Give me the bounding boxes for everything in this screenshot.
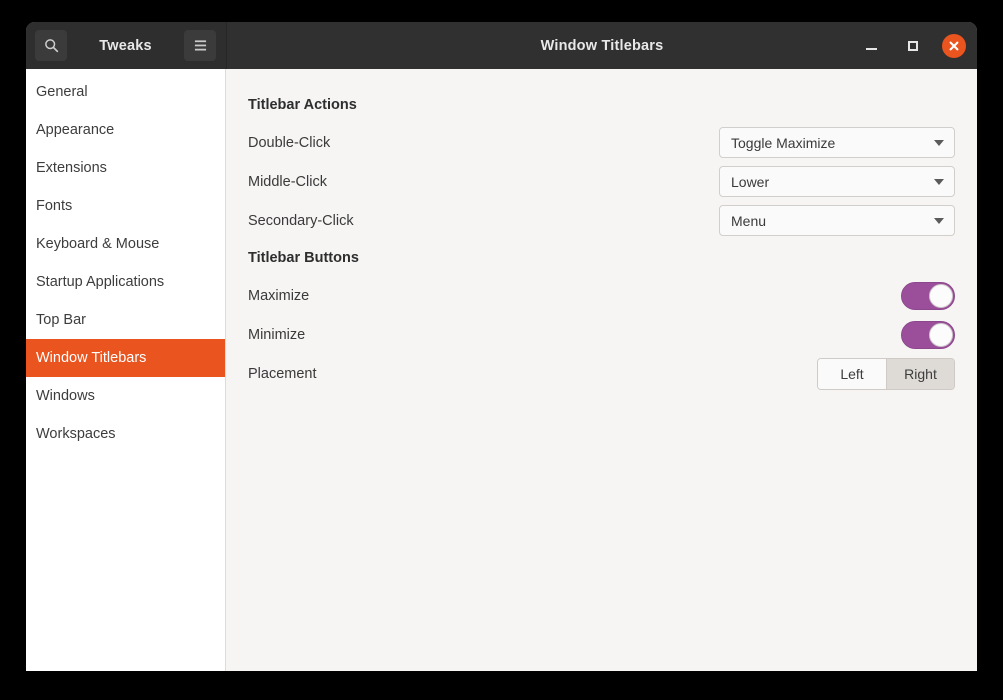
sidebar-item-workspaces[interactable]: Workspaces [26,415,225,453]
preference-row: Maximize [248,276,955,315]
preference-label: Placement [248,365,317,382]
segment-label: Right [904,365,937,382]
preference-label: Maximize [248,287,310,304]
sidebar-item-label: Workspaces [36,426,116,442]
preference-control: Lower [719,166,955,197]
sidebar-item-top-bar[interactable]: Top Bar [26,301,225,339]
sidebar-item-label: Window Titlebars [36,350,147,366]
content-panel: Titlebar Actions Double-Click Toggle Maxim… [226,69,977,671]
preference-row: Placement Left Right [248,354,955,393]
search-icon [44,39,58,53]
sidebar-item-label: Appearance [36,122,115,138]
maximize-button[interactable] [900,33,926,59]
hamburger-menu-icon [194,40,206,51]
sidebar-item-label: Fonts [36,198,73,214]
minimize-button[interactable] [858,33,884,59]
chevron-down-icon [934,139,944,146]
sidebar-item-label: Keyboard & Mouse [36,236,160,252]
section-title: Titlebar Buttons [248,250,359,266]
sidebar-item-label: General [36,84,88,100]
sidebar-item-label: Startup Applications [36,274,165,290]
minimize-icon [865,48,877,50]
section-title: Titlebar Actions [248,97,357,113]
close-button[interactable] [942,33,966,58]
main-menu-button[interactable] [184,30,216,61]
preference-label: Minimize [248,326,306,343]
app-title: Tweaks [99,37,152,54]
preference-row: Minimize [248,315,955,354]
preference-control: Left Right [719,357,955,390]
close-icon [949,41,959,50]
placement-option-right[interactable]: Right [886,358,954,389]
chevron-down-icon [934,178,944,185]
tweaks-window: Tweaks Window Titlebars General Appearan… [26,22,977,671]
sidebar: General Appearance Extensions Fonts Keyboard… [26,69,226,671]
sidebar-item-windows[interactable]: Windows [26,377,225,415]
sidebar-item-appearance[interactable]: Appearance [26,111,225,149]
desktop-background: Tweaks Window Titlebars General Appearan… [0,0,1003,700]
segment-label: Left [840,365,864,382]
sidebar-item-fonts[interactable]: Fonts [26,187,225,225]
preference-control: Menu [719,205,955,236]
preference-control: Toggle Maximize [719,127,955,158]
sidebar-item-extensions[interactable]: Extensions [26,149,225,187]
toggle-knob [929,322,953,347]
search-button[interactable] [35,30,67,61]
preference-control [719,281,955,310]
chevron-down-icon [934,217,944,224]
toggle-knob [929,283,953,308]
preference-control [719,320,955,349]
dropdown-value: Lower [731,173,770,190]
header-bar-sidebar-section: Tweaks [26,22,227,69]
sidebar-item-keyboard-mouse[interactable]: Keyboard & Mouse [26,225,225,263]
double-click-dropdown[interactable]: Toggle Maximize [719,127,955,158]
header-bar-content-section: Window Titlebars [227,22,977,69]
sidebar-item-window-titlebars[interactable]: Window Titlebars [26,339,225,377]
preference-row: Double-Click Toggle Maximize [248,123,955,162]
sidebar-item-startup-applications[interactable]: Startup Applications [26,263,225,301]
secondary-click-dropdown[interactable]: Menu [719,205,955,236]
sidebar-item-label: Top Bar [36,312,86,328]
preference-label: Secondary-Click [248,212,354,229]
preference-row: Middle-Click Lower [248,162,955,201]
middle-click-dropdown[interactable]: Lower [719,166,955,197]
preference-label: Middle-Click [248,173,327,190]
window-controls [858,22,966,69]
placement-segmented-control: Left Right [817,357,955,390]
placement-option-left[interactable]: Left [818,358,886,389]
header-bar: Tweaks Window Titlebars [26,22,977,69]
window-body: General Appearance Extensions Fonts Keyboard… [26,69,977,671]
maximize-toggle[interactable] [901,281,955,310]
sidebar-item-label: Windows [36,388,95,404]
maximize-icon [908,40,918,51]
preference-label: Double-Click [248,134,331,151]
dropdown-value: Toggle Maximize [731,134,836,151]
sidebar-item-general[interactable]: General [26,73,225,111]
sidebar-item-label: Extensions [36,160,107,176]
dropdown-value: Menu [731,212,767,229]
minimize-toggle[interactable] [901,320,955,349]
preference-row: Secondary-Click Menu [248,201,955,240]
